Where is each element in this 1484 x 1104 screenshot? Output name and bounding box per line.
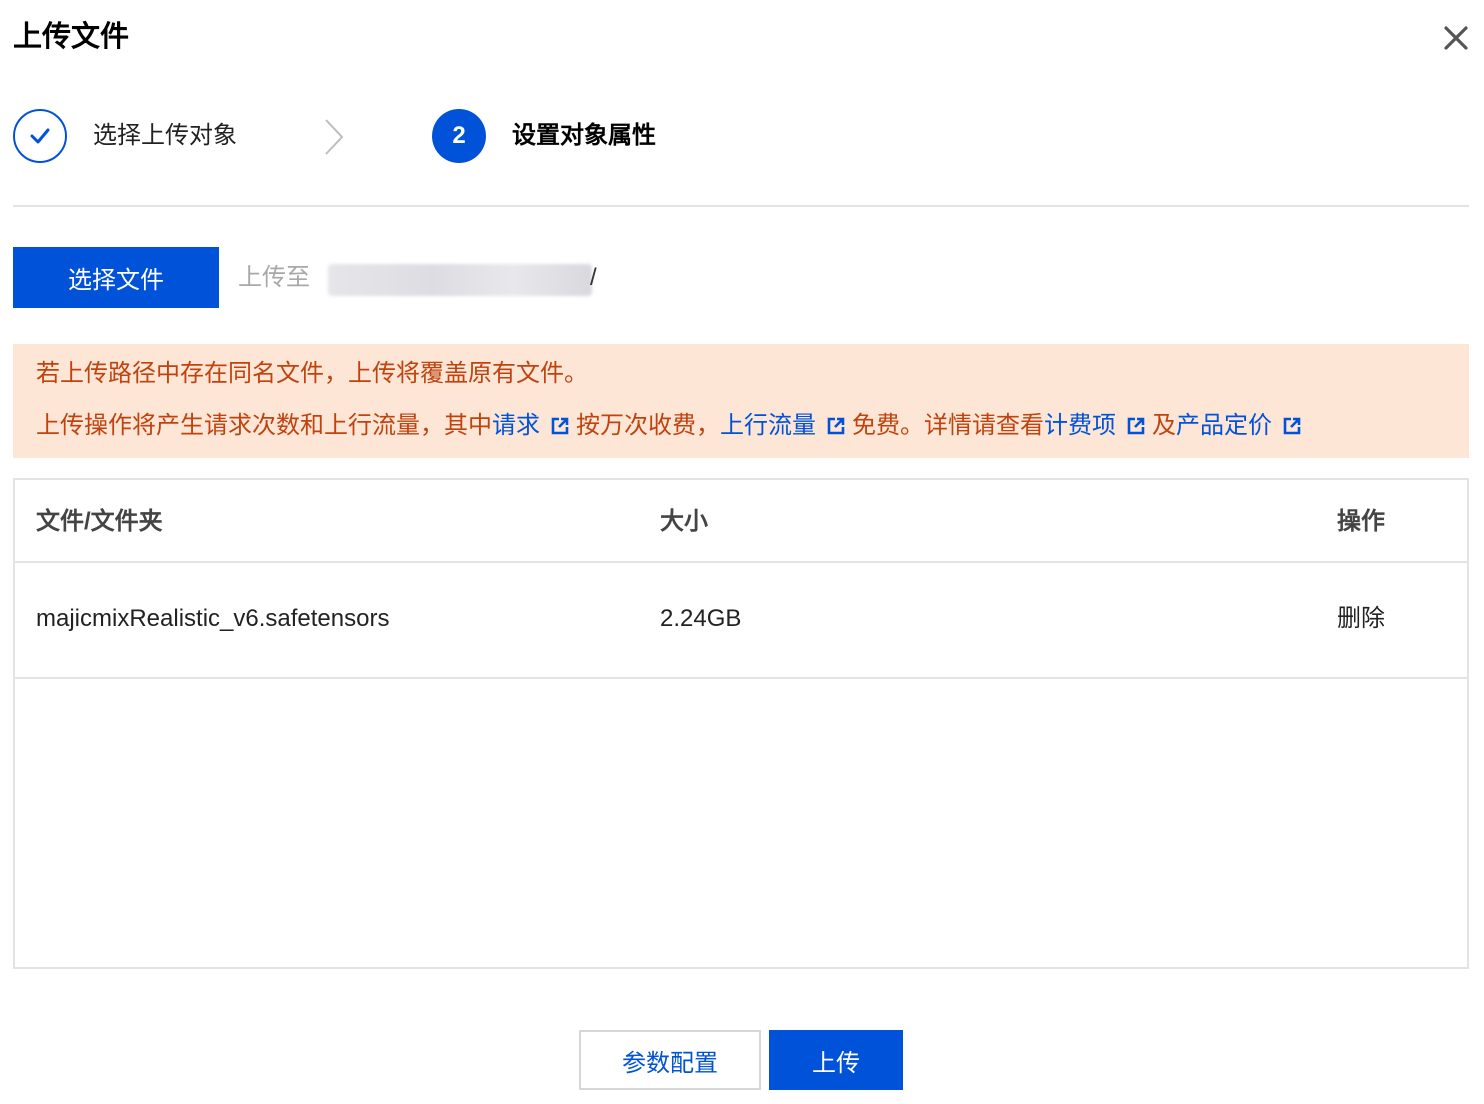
upload-to-label: 上传至 <box>238 264 310 291</box>
upload-path-suffix: / <box>590 264 597 291</box>
external-link-icon[interactable] <box>826 416 846 436</box>
external-link-icon[interactable] <box>1282 416 1302 436</box>
chevron-right-icon <box>325 119 344 155</box>
notice-text: 上传操作将产生请求次数和上行流量，其中 <box>36 412 492 439</box>
check-icon <box>30 128 50 144</box>
external-link-icon[interactable] <box>1126 416 1146 436</box>
upload-button[interactable]: 上传 <box>769 1030 903 1090</box>
notice-line-overwrite: 若上传路径中存在同名文件，上传将覆盖原有文件。 <box>36 360 588 387</box>
step-done-circle <box>13 109 67 163</box>
billing-items-link[interactable]: 计费项 <box>1044 410 1116 442</box>
step-set-properties: 2 设置对象属性 <box>432 109 656 163</box>
step-select-object[interactable]: 选择上传对象 <box>13 109 237 163</box>
header-size: 大小 <box>660 508 708 535</box>
notice-text: 按万次收费， <box>576 412 720 439</box>
upload-traffic-link[interactable]: 上行流量 <box>720 410 816 442</box>
step-label: 设置对象属性 <box>512 122 656 149</box>
notice-text: 免费。详情请查看 <box>852 412 1044 439</box>
request-link[interactable]: 请求 <box>492 410 540 442</box>
product-pricing-link[interactable]: 产品定价 <box>1176 410 1272 442</box>
divider <box>13 205 1469 207</box>
step-label: 选择上传对象 <box>93 122 237 149</box>
notice-line-billing: 上传操作将产生请求次数和上行流量，其中 请求 按万次收费， 上行流量 免费。详情… <box>36 410 1308 442</box>
table-header: 文件/文件夹 大小 操作 <box>15 480 1467 563</box>
upload-path-redacted <box>328 264 592 296</box>
file-table: 文件/文件夹 大小 操作 majicmixRealistic_v6.safete… <box>13 478 1469 969</box>
select-file-button[interactable]: 选择文件 <box>13 247 219 308</box>
header-operation: 操作 <box>1337 508 1385 535</box>
warning-notice: 若上传路径中存在同名文件，上传将覆盖原有文件。 上传操作将产生请求次数和上行流量… <box>13 344 1469 458</box>
close-button[interactable] <box>1438 20 1474 56</box>
notice-text: 及 <box>1152 412 1176 439</box>
param-config-button[interactable]: 参数配置 <box>579 1030 761 1090</box>
file-name: majicmixRealistic_v6.safetensors <box>36 605 390 632</box>
delete-link[interactable]: 删除 <box>1337 603 1385 635</box>
step-number-badge: 2 <box>432 109 486 163</box>
upload-dialog: 上传文件 选择上传对象 2 设置对象属性 选择文件 上传至 / 若上传路径中存在… <box>0 0 1484 1104</box>
table-row: majicmixRealistic_v6.safetensors 2.24GB … <box>15 563 1467 679</box>
header-name: 文件/文件夹 <box>36 508 163 535</box>
external-link-icon[interactable] <box>550 416 570 436</box>
dialog-title: 上传文件 <box>13 21 130 53</box>
close-icon <box>1444 26 1468 50</box>
file-size: 2.24GB <box>660 605 742 632</box>
